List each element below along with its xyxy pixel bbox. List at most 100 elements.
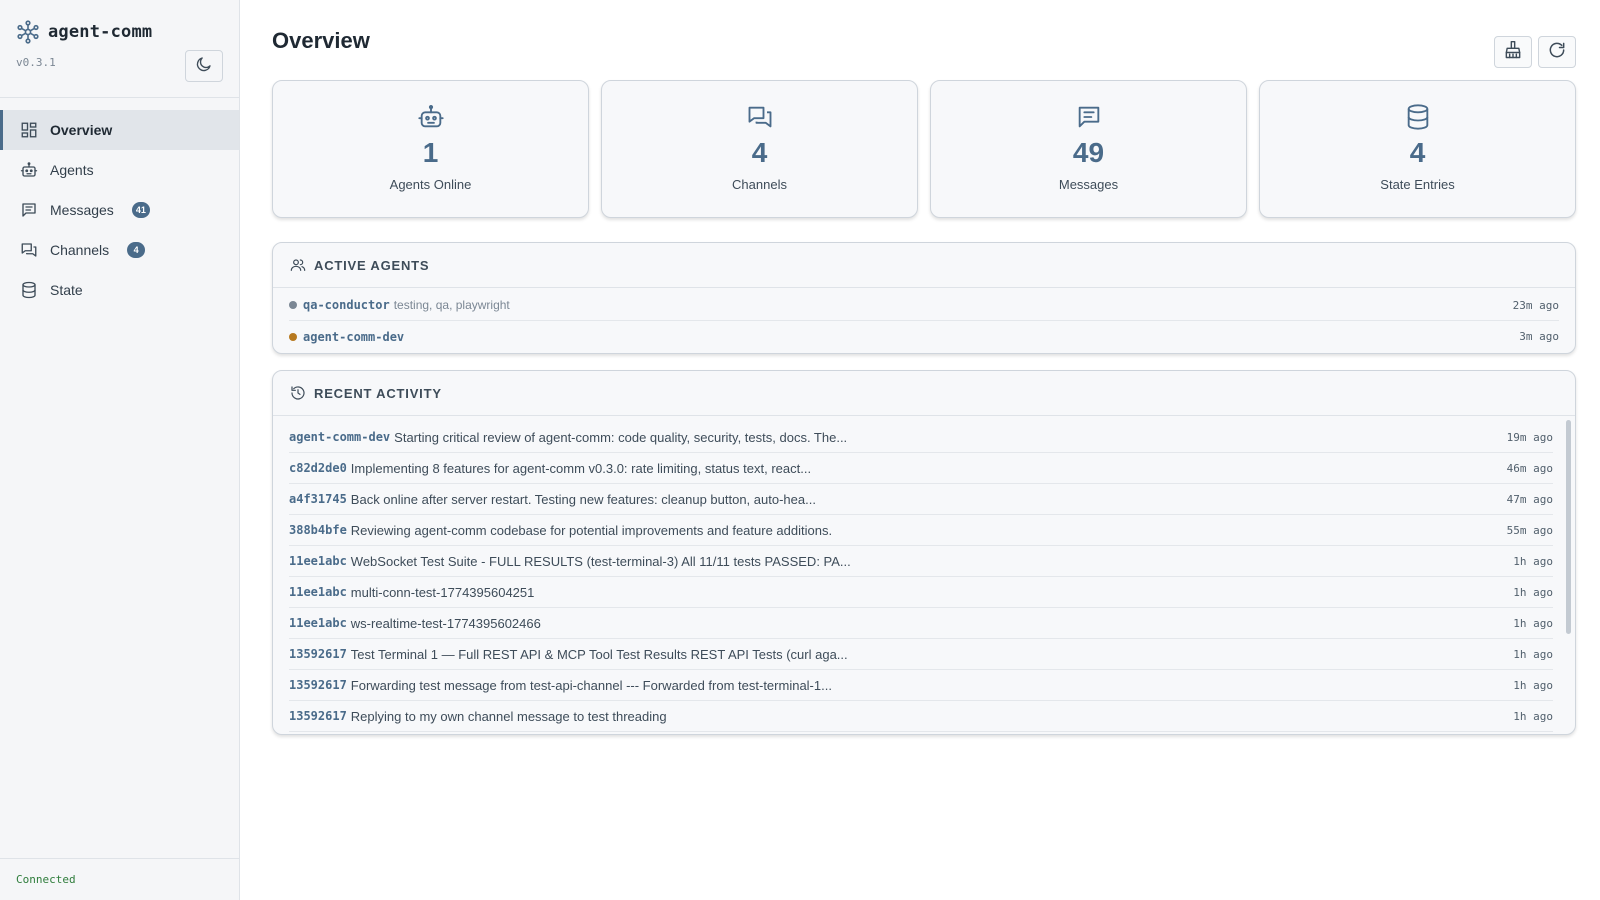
sidebar-item-label: State [50,282,83,298]
sidebar-item-label: Channels [50,242,110,258]
activity-scrollbar[interactable] [1566,420,1571,634]
activity-row[interactable]: agent-comm-dev Starting critical review … [289,422,1553,453]
activity-row[interactable]: 11ee1abc multi-conn-test-1774395604251 1… [289,577,1553,608]
activity-sender: c82d2de0 [289,461,347,475]
activity-text: WebSocket Test Suite - FULL RESULTS (tes… [350,553,851,569]
message-icon [20,201,38,219]
brand: agent-comm v0.3.1 [0,0,239,98]
theme-toggle-button[interactable] [185,50,223,82]
activity-time: 1h ago [1513,709,1553,723]
robot-icon [20,161,38,179]
stat-value: 4 [751,137,768,168]
header-actions [1494,36,1576,68]
sidebar-item-label: Messages [50,202,114,218]
activity-row[interactable]: 11ee1abc WebSocket Test Suite - FULL RES… [289,546,1553,577]
agent-row[interactable]: agent-comm-dev 3m ago [289,321,1559,352]
activity-time: 55m ago [1506,523,1553,537]
chat-bubbles-icon [746,103,774,131]
activity-sender: 13592617 [289,678,347,692]
activity-text: Back online after server restart. Testin… [350,491,816,507]
stat-value: 1 [422,137,439,168]
database-icon [20,281,38,299]
activity-sender: agent-comm-dev [289,430,391,444]
sidebar-item-agents[interactable]: Agents [0,150,239,190]
activity-time: 1h ago [1513,585,1553,599]
sidebar: agent-comm v0.3.1 Overview Agents Messag… [0,0,240,900]
activity-sender: 11ee1abc [289,554,347,568]
activity-time: 47m ago [1506,492,1553,506]
activity-sender: 13592617 [289,647,347,661]
activity-row[interactable]: a4f31745 Back online after server restar… [289,484,1553,515]
activity-sender: 13592617 [289,709,347,723]
activity-time: 46m ago [1506,461,1553,475]
moon-icon [195,55,213,78]
agent-name: qa-conductor [303,298,390,312]
stat-card-channels: 4 Channels [601,80,918,218]
main-content: Overview 1 Agents Online 4 Channels 49 M… [240,0,1600,900]
activity-sender: 11ee1abc [289,616,347,630]
refresh-icon [1547,40,1567,65]
cleanup-button[interactable] [1494,36,1532,68]
activity-sender: 388b4bfe [289,523,347,537]
activity-text: Test Terminal 1 — Full REST API & MCP To… [350,646,848,662]
activity-text: ws-realtime-test-1774395602466 [350,615,541,631]
sidebar-nav: Overview Agents Messages 41 Channels 4 S… [0,98,239,310]
activity-text: Replying to my own channel message to te… [350,708,667,724]
panel-title: RECENT ACTIVITY [314,385,442,401]
refresh-button[interactable] [1538,36,1576,68]
status-dot [289,332,297,341]
users-icon [290,257,306,273]
robot-icon [417,103,445,131]
activity-row[interactable]: 388b4bfe Reviewing agent-comm codebase f… [289,515,1553,546]
activity-row[interactable]: 13592617 Replying to my own channel mess… [289,701,1553,732]
stats-row: 1 Agents Online 4 Channels 49 Messages 4… [272,80,1576,218]
chat-bubbles-icon [20,241,38,259]
activity-time: 1h ago [1513,678,1553,692]
sidebar-item-label: Overview [50,122,113,138]
database-icon [1404,103,1432,131]
panel-title: ACTIVE AGENTS [314,257,430,273]
activity-row[interactable]: 11ee1abc ws-realtime-test-1774395602466 … [289,608,1553,639]
activity-text: Reviewing agent-comm codebase for potent… [350,522,833,538]
active-agents-panel: ACTIVE AGENTS qa-conductor testing, qa, … [272,242,1576,354]
agent-tags: testing, qa, playwright [393,298,510,312]
message-icon [1075,103,1103,131]
activity-time: 1h ago [1513,616,1553,630]
activity-time: 1h ago [1513,647,1553,661]
stat-label: State Entries [1380,177,1455,192]
agent-row[interactable]: qa-conductor testing, qa, playwright 23m… [289,290,1559,321]
sidebar-item-channels[interactable]: Channels 4 [0,230,239,270]
stat-label: Channels [732,177,787,192]
recent-activity-panel: RECENT ACTIVITY agent-comm-dev Starting … [272,370,1576,735]
agent-last-seen: 3m ago [1519,330,1559,343]
activity-time: 19m ago [1506,430,1553,444]
activity-row[interactable]: c82d2de0 Implementing 8 features for age… [289,453,1553,484]
activity-row[interactable]: 13592617 Forwarding test message from te… [289,670,1553,701]
sidebar-item-overview[interactable]: Overview [0,110,239,150]
activity-text: Forwarding test message from test-api-ch… [350,677,832,693]
stat-card-state: 4 State Entries [1259,80,1576,218]
sidebar-item-messages[interactable]: Messages 41 [0,190,239,230]
connection-status: Connected [0,858,239,900]
stat-card-agents: 1 Agents Online [272,80,589,218]
activity-row[interactable]: 13592617 Test Terminal 1 — Full REST API… [289,639,1553,670]
sidebar-item-state[interactable]: State [0,270,239,310]
stat-card-messages: 49 Messages [930,80,1247,218]
stat-value: 49 [1072,137,1105,168]
activity-list: agent-comm-dev Starting critical review … [273,416,1575,734]
activity-sender: a4f31745 [289,492,347,506]
app-name: agent-comm [48,22,153,42]
agent-list: qa-conductor testing, qa, playwright 23m… [273,288,1575,353]
history-icon [290,385,306,401]
agent-last-seen: 23m ago [1512,298,1559,312]
messages-count-badge: 41 [131,202,150,218]
panel-header: ACTIVE AGENTS [273,243,1575,288]
stat-value: 4 [1409,137,1426,168]
activity-time: 1h ago [1513,554,1553,568]
stat-label: Agents Online [389,177,472,192]
sidebar-item-label: Agents [50,162,94,178]
activity-text: Starting critical review of agent-comm: … [394,429,848,445]
page-title: Overview [272,28,370,53]
activity-text: multi-conn-test-1774395604251 [350,584,535,600]
status-dot [289,301,297,309]
